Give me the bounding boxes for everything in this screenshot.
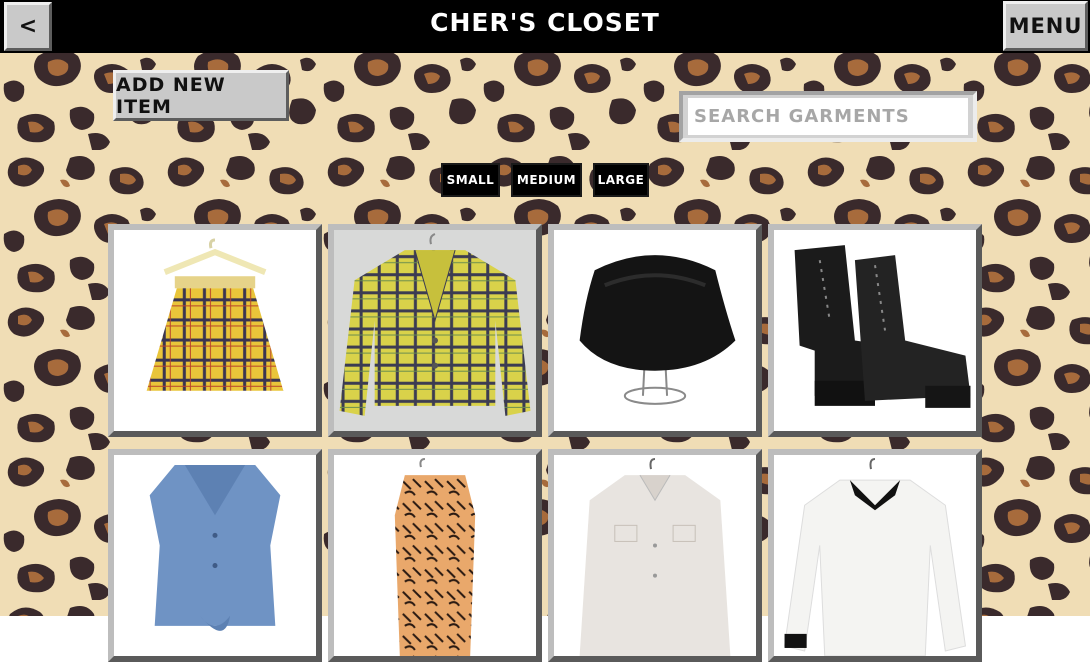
page-title: CHER'S CLOSET — [430, 8, 660, 37]
top-bar: CHER'S CLOSET — [0, 0, 1090, 53]
garment-card-collar-shirt[interactable] — [768, 449, 982, 662]
garment-card-white-shirt[interactable] — [548, 449, 762, 662]
search-input[interactable] — [688, 98, 968, 135]
garment-photo-white-shirt — [554, 455, 756, 656]
menu-button[interactable]: MENU — [1003, 1, 1088, 51]
garment-photo-platform-boots — [774, 230, 976, 431]
garment-photo-print-bodysuit — [334, 455, 536, 656]
size-filter-medium[interactable]: MEDIUM — [511, 163, 582, 197]
size-filter-large[interactable]: LARGE — [593, 163, 649, 197]
chevron-left-icon: < — [18, 14, 38, 39]
garment-card-denim-top[interactable] — [108, 449, 322, 662]
search-box — [679, 91, 977, 142]
garment-card-plaid-blazer[interactable] — [328, 224, 542, 437]
garment-card-plaid-skirt[interactable] — [108, 224, 322, 437]
garment-card-print-bodysuit[interactable] — [328, 449, 542, 662]
back-button[interactable]: < — [4, 2, 52, 51]
garment-photo-plaid-skirt — [114, 230, 316, 431]
garment-card-platform-boots[interactable] — [768, 224, 982, 437]
add-new-item-button[interactable]: ADD NEW ITEM — [113, 70, 289, 121]
size-filter-small[interactable]: SMALL — [441, 163, 500, 197]
garment-photo-plaid-blazer — [334, 230, 536, 431]
garment-card-bucket-hat[interactable] — [548, 224, 762, 437]
garment-photo-collar-shirt — [774, 455, 976, 656]
garment-photo-denim-top — [114, 455, 316, 656]
garment-photo-bucket-hat — [554, 230, 756, 431]
